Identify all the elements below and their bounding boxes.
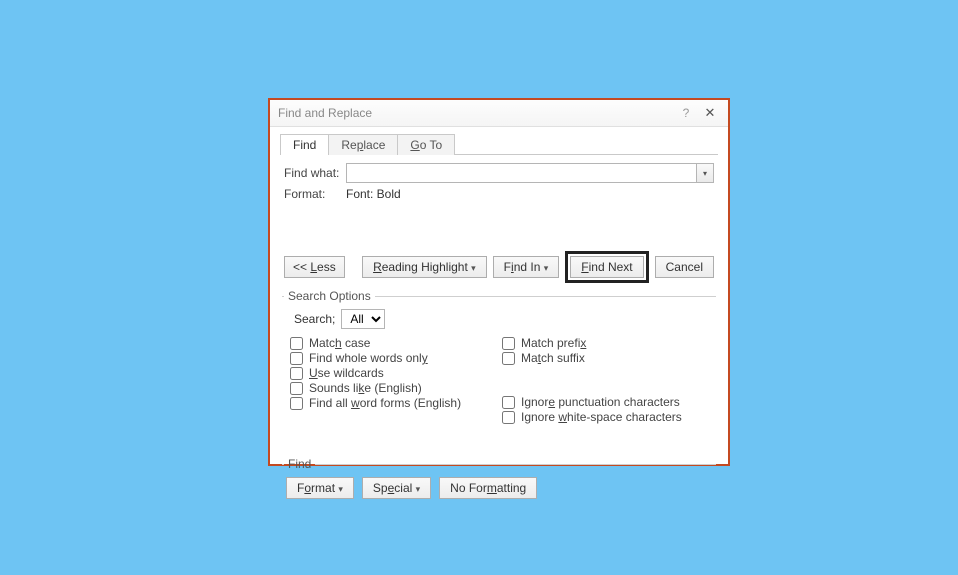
cancel-button[interactable]: Cancel: [655, 256, 714, 278]
sounds-like-checkbox[interactable]: Sounds like (English): [290, 381, 502, 395]
match-case-input[interactable]: [290, 337, 303, 350]
whole-words-input[interactable]: [290, 352, 303, 365]
dialog-body: Find what: ▾ Format: Font: Bold: [270, 155, 728, 201]
special-button[interactable]: Special: [362, 477, 431, 499]
format-label: Format:: [284, 187, 346, 201]
find-next-highlight: Find Next: [565, 251, 648, 283]
dialog-title: Find and Replace: [278, 106, 674, 120]
find-in-button[interactable]: Find In: [493, 256, 560, 278]
search-options-legend: Search Options: [284, 289, 375, 303]
find-what-dropdown-button[interactable]: ▾: [696, 164, 713, 182]
tabs: Find Replace Go To: [270, 127, 728, 154]
reading-highlight-button[interactable]: Reading Highlight: [362, 256, 487, 278]
titlebar: Find and Replace ? ✕: [270, 100, 728, 127]
ignore-punctuation-checkbox[interactable]: Ignore punctuation characters: [502, 395, 714, 409]
format-row: Format: Font: Bold: [284, 187, 714, 201]
match-suffix-input[interactable]: [502, 352, 515, 365]
sounds-like-input[interactable]: [290, 382, 303, 395]
find-what-input[interactable]: ▾: [346, 163, 714, 183]
tab-find[interactable]: Find: [280, 134, 329, 155]
tab-goto[interactable]: Go To: [397, 134, 455, 155]
search-direction-row: Search; All: [294, 309, 714, 329]
search-options-group: Search Options Search; All Match case Fi…: [282, 289, 716, 431]
tab-replace[interactable]: Replace: [328, 134, 398, 155]
ignore-whitespace-checkbox[interactable]: Ignore white-space characters: [502, 410, 714, 424]
use-wildcards-input[interactable]: [290, 367, 303, 380]
find-next-button[interactable]: Find Next: [570, 256, 643, 278]
tab-find-label: Find: [293, 138, 316, 152]
options-columns: Match case Find whole words only Use wil…: [290, 335, 714, 425]
match-case-checkbox[interactable]: Match case: [290, 336, 502, 350]
options-left-column: Match case Find whole words only Use wil…: [290, 335, 502, 425]
footer-buttons: Format Special No Formatting: [286, 477, 714, 499]
whole-words-checkbox[interactable]: Find whole words only: [290, 351, 502, 365]
find-replace-dialog: Find and Replace ? ✕ Find Replace Go To …: [268, 98, 730, 466]
options-right-column: Match prefix Match suffix Ignore punctua…: [502, 335, 714, 425]
search-direction-label: Search;: [294, 312, 335, 326]
search-direction-select[interactable]: All: [341, 309, 385, 329]
format-button[interactable]: Format: [286, 477, 354, 499]
word-forms-input[interactable]: [290, 397, 303, 410]
no-formatting-button[interactable]: No Formatting: [439, 477, 537, 499]
match-prefix-checkbox[interactable]: Match prefix: [502, 336, 714, 350]
action-button-row: << Less Reading Highlight Find In Find N…: [270, 251, 728, 283]
cancel-label: Cancel: [666, 260, 703, 274]
match-suffix-checkbox[interactable]: Match suffix: [502, 351, 714, 365]
use-wildcards-checkbox[interactable]: Use wildcards: [290, 366, 502, 380]
ignore-punctuation-input[interactable]: [502, 396, 515, 409]
less-button[interactable]: << Less: [284, 256, 345, 278]
find-footer-legend: Find: [284, 457, 315, 471]
find-what-row: Find what: ▾: [284, 163, 714, 183]
match-prefix-input[interactable]: [502, 337, 515, 350]
help-icon[interactable]: ?: [674, 106, 698, 120]
ignore-whitespace-input[interactable]: [502, 411, 515, 424]
close-icon[interactable]: ✕: [698, 105, 722, 121]
find-what-label: Find what:: [284, 166, 346, 180]
format-value: Font: Bold: [346, 187, 401, 201]
find-footer-group: Find Format Special No Formatting: [282, 457, 716, 499]
chevron-down-icon: ▾: [703, 169, 707, 178]
word-forms-checkbox[interactable]: Find all word forms (English): [290, 396, 502, 410]
